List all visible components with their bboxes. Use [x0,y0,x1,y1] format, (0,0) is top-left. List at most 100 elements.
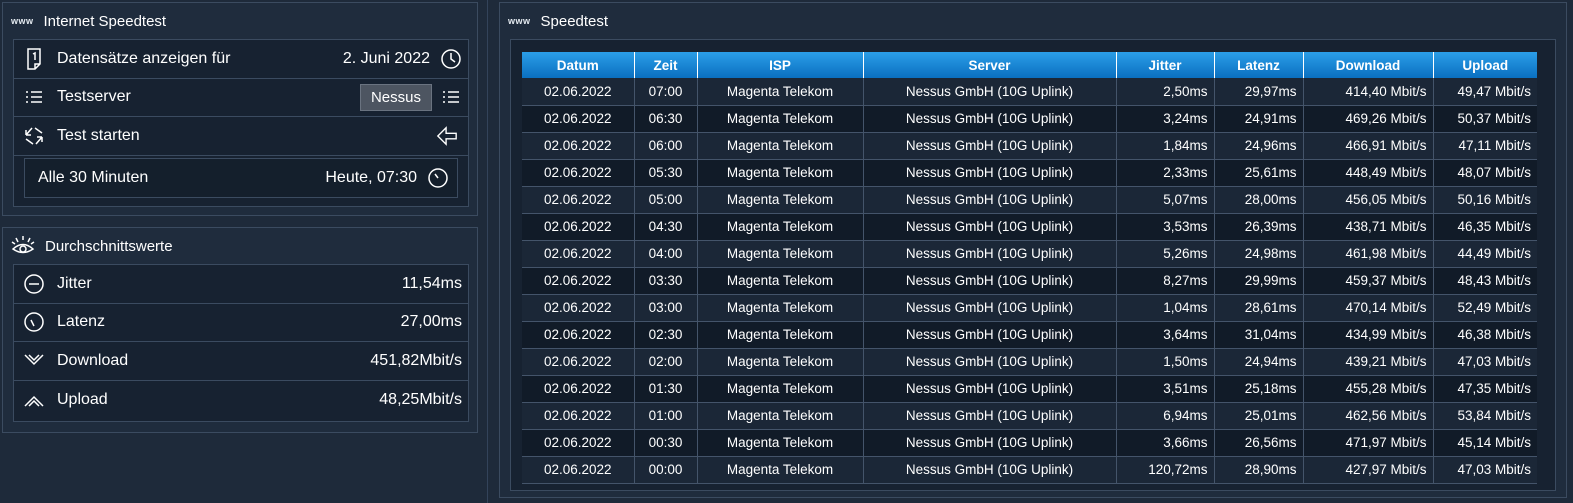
table-cell: 24,91ms [1214,105,1304,133]
table-header-row: Datum Zeit ISP Server Jitter Latenz Down… [522,52,1537,78]
table-cell: 04:00 [634,240,698,268]
table-cell: 03:00 [634,294,698,322]
table-cell: Magenta Telekom [697,294,864,322]
table-cell: 1,04ms [1116,294,1215,322]
table-cell: Nessus GmbH (10G Uplink) [863,375,1117,403]
table-cell: 24,98ms [1214,240,1304,268]
table-cell: 02:00 [634,348,698,376]
timer-icon [427,167,449,189]
avg-value: 451,82Mbit/s [370,351,462,369]
table-cell: 50,37 Mbit/s [1433,105,1537,133]
clock-icon[interactable] [440,48,462,70]
table-cell: Nessus GmbH (10G Uplink) [863,321,1117,349]
table-cell: Magenta Telekom [697,132,864,160]
arrow-left-icon [436,125,458,147]
table-cell: 02.06.2022 [522,456,635,484]
table-cell: Nessus GmbH (10G Uplink) [863,186,1117,214]
col-header-latenz[interactable]: Latenz [1214,52,1304,78]
table-row[interactable]: 02.06.2022 07:00 Magenta Telekom Nessus Gmb… [522,78,1537,106]
gauge-icon [23,311,45,333]
table-cell: Magenta Telekom [697,348,864,376]
table-cell: 02.06.2022 [522,348,635,376]
table-cell: 46,35 Mbit/s [1433,213,1537,241]
table-row[interactable]: 02.06.2022 06:30 Magenta Telekom Nessus Gmb… [522,105,1537,133]
testserver-label: Testserver [57,88,131,106]
panel-title: Durchschnittswerte [45,237,173,255]
table-cell: Magenta Telekom [697,429,864,457]
table-cell: Magenta Telekom [697,321,864,349]
table-cell: 02.06.2022 [522,78,635,106]
table-cell: 02.06.2022 [522,132,635,160]
testserver-controls: Nessus [359,83,462,111]
table-cell: Nessus GmbH (10G Uplink) [863,294,1117,322]
avg-label: Latenz [57,313,106,331]
table-row[interactable]: 02.06.2022 02:00 Magenta Telekom Nessus Gmb… [522,348,1537,376]
col-header-jitter[interactable]: Jitter [1116,52,1215,78]
interval-box[interactable]: Alle 30 Minuten Heute, 07:30 [24,157,458,198]
avg-value: 27,00ms [400,313,462,331]
table-cell: 02.06.2022 [522,402,635,430]
interval-wrapper: Alle 30 Minuten Heute, 07:30 [14,156,468,198]
table-row[interactable]: 02.06.2022 04:30 Magenta Telekom Nessus Gmb… [522,213,1537,241]
table-cell: Magenta Telekom [697,267,864,295]
table-row[interactable]: 02.06.2022 05:00 Magenta Telekom Nessus Gmb… [522,186,1537,214]
table-cell: 31,04ms [1214,321,1304,349]
table-row[interactable]: 02.06.2022 06:00 Magenta Telekom Nessus Gmb… [522,132,1537,160]
table-cell: 459,37 Mbit/s [1303,267,1434,295]
table-row[interactable]: 02.06.2022 05:30 Magenta Telekom Nessus Gmb… [522,159,1537,187]
col-header-zeit[interactable]: Zeit [634,52,698,78]
table-cell: 02.06.2022 [522,159,635,187]
table-cell: 06:30 [634,105,698,133]
table-row[interactable]: 02.06.2022 02:30 Magenta Telekom Nessus Gmb… [522,321,1537,349]
table-row[interactable]: 02.06.2022 00:00 Magenta Telekom Nessus Gmb… [522,456,1537,484]
table-cell: 02.06.2022 [522,213,635,241]
table-cell: Nessus GmbH (10G Uplink) [863,456,1117,484]
table-cell: 29,99ms [1214,267,1304,295]
table-cell: 02.06.2022 [522,186,635,214]
table-cell: 471,97 Mbit/s [1303,429,1434,457]
eye-icon [11,234,35,258]
table-body: 02.06.2022 07:00 Magenta Telekom Nessus Gmb… [522,78,1537,484]
table-cell: Nessus GmbH (10G Uplink) [863,429,1117,457]
testserver-row: Testserver Nessus [14,79,468,117]
table-cell: 5,07ms [1116,186,1215,214]
col-header-download[interactable]: Download [1303,52,1434,78]
table-cell: Nessus GmbH (10G Uplink) [863,267,1117,295]
table-cell: 53,84 Mbit/s [1433,402,1537,430]
panel-title: Speedtest [540,12,609,30]
table-cell: 02.06.2022 [522,429,635,457]
table-row[interactable]: 02.06.2022 03:30 Magenta Telekom Nessus Gmb… [522,267,1537,295]
table-cell: Nessus GmbH (10G Uplink) [863,105,1117,133]
table-row[interactable]: 02.06.2022 01:00 Magenta Telekom Nessus Gmb… [522,402,1537,430]
col-header-isp[interactable]: ISP [697,52,864,78]
table-cell: 28,61ms [1214,294,1304,322]
table-cell: 470,14 Mbit/s [1303,294,1434,322]
table-cell: 2,33ms [1116,159,1215,187]
server-select-button[interactable]: Nessus [359,83,432,111]
table-cell: Nessus GmbH (10G Uplink) [863,348,1117,376]
start-test-row[interactable]: Test starten [14,117,468,156]
avg-row-latenz: Latenz 27,00ms [14,304,468,342]
table-cell: 01:30 [634,375,698,403]
start-test-label: Test starten [57,126,140,144]
server-list-icon[interactable] [440,86,462,108]
start-test-button[interactable] [436,125,462,147]
table-row[interactable]: 02.06.2022 01:30 Magenta Telekom Nessus Gmb… [522,375,1537,403]
col-header-datum[interactable]: Datum [522,52,635,78]
table-row[interactable]: 02.06.2022 04:00 Magenta Telekom Nessus Gmb… [522,240,1537,268]
table-row[interactable]: 02.06.2022 00:30 Magenta Telekom Nessus Gmb… [522,429,1537,457]
table-row[interactable]: 02.06.2022 03:00 Magenta Telekom Nessus Gmb… [522,294,1537,322]
col-header-upload[interactable]: Upload [1433,52,1537,78]
table-cell: 3,53ms [1116,213,1215,241]
table-cell: 48,43 Mbit/s [1433,267,1537,295]
table-cell: 45,14 Mbit/s [1433,429,1537,457]
col-header-server[interactable]: Server [863,52,1117,78]
records-date-picker[interactable]: 2. Juni 2022 [343,48,462,70]
table-cell: 1,84ms [1116,132,1215,160]
table-cell: 448,49 Mbit/s [1303,159,1434,187]
table-cell: 02.06.2022 [522,267,635,295]
speedtest-table: Datum Zeit ISP Server Jitter Latenz Down… [522,52,1537,484]
avg-value: 11,54ms [401,274,462,292]
avg-label: Jitter [57,274,92,292]
table-cell: 49,47 Mbit/s [1433,78,1537,106]
